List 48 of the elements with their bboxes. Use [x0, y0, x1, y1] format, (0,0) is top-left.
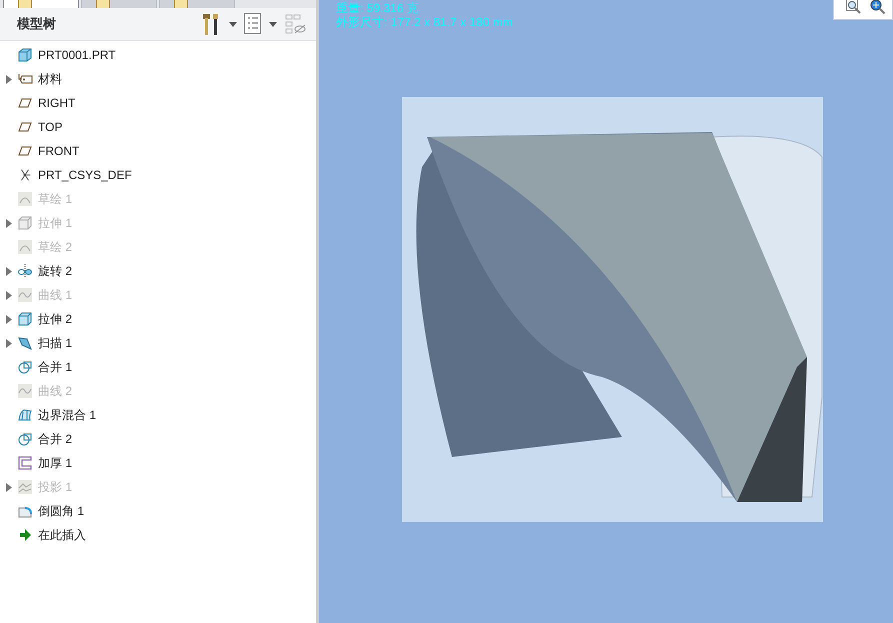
expand-arrow-icon[interactable] — [6, 74, 12, 84]
expand-arrow-icon[interactable] — [6, 314, 12, 324]
plane-icon — [17, 96, 33, 110]
tree-item[interactable]: 旋转 2 — [38, 262, 72, 280]
extrude-block-icon — [17, 312, 33, 326]
plane-icon — [17, 120, 33, 134]
extrude-block-icon — [17, 216, 33, 230]
tree-item[interactable]: FRONT — [38, 144, 80, 158]
model-info-text: 外形尺寸: 177.2 x 81.7 x 180 mm — [336, 15, 513, 29]
tag-icon — [17, 72, 33, 86]
zoom-fit-icon[interactable] — [846, 0, 862, 15]
sketch-icon — [17, 240, 33, 254]
projection-icon — [17, 480, 33, 494]
list-settings-icon[interactable] — [244, 13, 262, 35]
caret-icon[interactable] — [229, 22, 237, 26]
tree-item[interactable]: 拉伸 2 — [38, 310, 72, 328]
tree-item[interactable]: 合并 1 — [38, 358, 72, 376]
tree-item[interactable]: 倒圆角 1 — [38, 502, 84, 520]
part-cube-icon — [17, 48, 33, 62]
merge-icon — [17, 360, 33, 374]
caret-icon[interactable] — [269, 22, 277, 26]
expand-arrow-icon[interactable] — [6, 266, 12, 276]
tree-item[interactable]: 合并 2 — [38, 430, 72, 448]
revolve-icon — [17, 264, 33, 278]
tree-item[interactable]: 在此插入 — [38, 526, 86, 544]
tree-root-label[interactable]: PRT0001.PRT — [38, 48, 116, 62]
tree-item[interactable]: 扫描 1 — [38, 334, 72, 352]
round-icon — [17, 504, 33, 518]
arrow-icon — [17, 528, 33, 542]
plane-icon — [17, 144, 33, 158]
tree-item[interactable]: RIGHT — [38, 96, 76, 110]
tree-item[interactable]: 材料 — [38, 70, 62, 88]
panel-title: 模型树 — [17, 15, 56, 33]
sweep-icon — [17, 336, 33, 350]
expand-arrow-icon[interactable] — [6, 338, 12, 348]
model-info-text: 重量: 59.316 克 — [336, 1, 419, 15]
tree-item[interactable]: 边界混合 1 — [38, 406, 96, 424]
merge-icon — [17, 432, 33, 446]
tree-item[interactable]: PRT_CSYS_DEF — [38, 168, 132, 182]
tree-item[interactable]: 加厚 1 — [38, 454, 72, 472]
thicken-icon — [17, 456, 33, 470]
curve-icon — [17, 288, 33, 302]
tree-filter-icon[interactable] — [284, 13, 306, 35]
curve-icon — [17, 384, 33, 398]
boundary-surface-icon — [17, 408, 33, 422]
zoom-in-icon[interactable] — [870, 0, 886, 15]
sketch-icon — [17, 192, 33, 206]
tree-item[interactable]: TOP — [38, 120, 62, 134]
